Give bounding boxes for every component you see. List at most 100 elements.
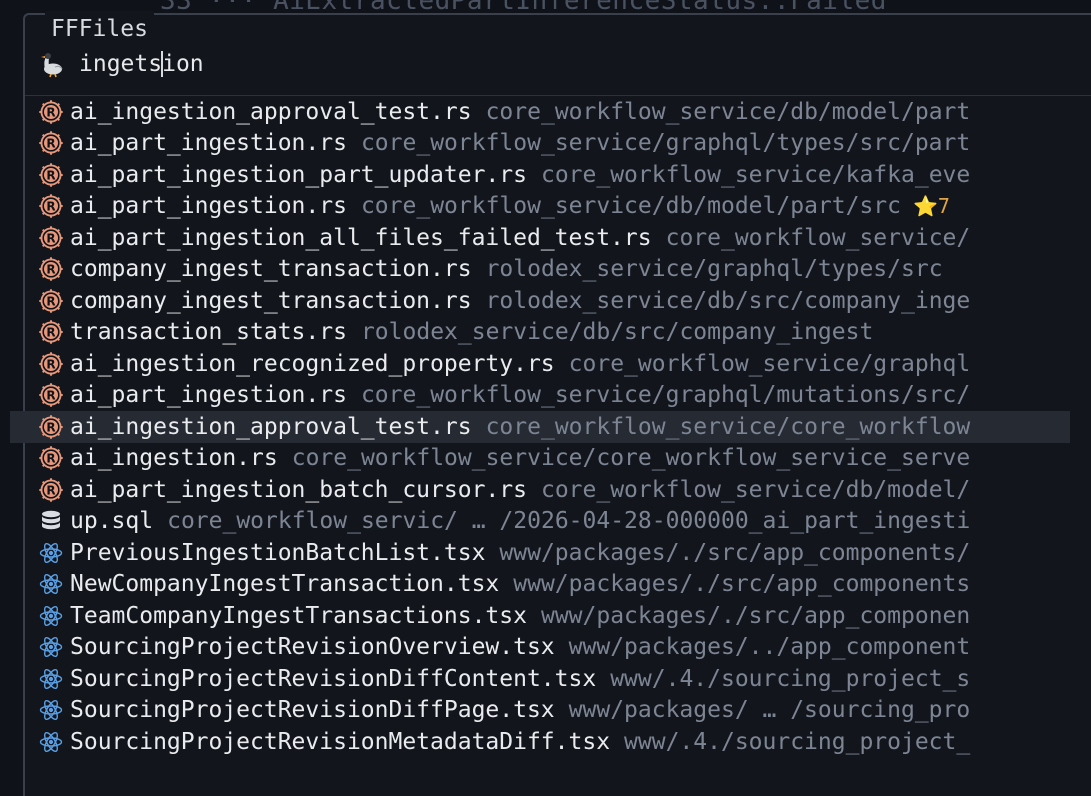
file-name: PreviousIngestionBatchList.tsx xyxy=(70,539,486,566)
file-name: TeamCompanyIngestTransactions.tsx xyxy=(70,602,527,629)
file-name: SourcingProjectRevisionDiffPage.tsx xyxy=(70,697,555,724)
result-row[interactable]: Rai_part_ingestion_batch_cursor.rs core_w… xyxy=(10,474,1070,506)
svg-text:R: R xyxy=(46,452,55,466)
file-name: ai_ingestion.rs xyxy=(70,445,278,472)
result-row[interactable]: up.sql core_workflow_servic/ … /2026-04-2… xyxy=(10,506,1070,538)
file-name: ai_ingestion_approval_test.rs xyxy=(70,413,472,440)
file-name: up.sql xyxy=(70,508,154,535)
result-row[interactable]: TeamCompanyIngestTransactions.tsx www/pac… xyxy=(10,600,1070,632)
database-icon xyxy=(38,508,64,534)
rust-icon: R xyxy=(38,130,64,156)
rust-icon: R xyxy=(38,288,64,314)
file-path: core_workflow_service/graphql/mutations/… xyxy=(360,382,971,409)
file-name: NewCompanyIngestTransaction.tsx xyxy=(70,571,500,598)
file-path: www/.4./sourcing_project_ xyxy=(624,728,971,755)
file-name: company_ingest_transaction.rs xyxy=(70,256,472,283)
rust-icon: R xyxy=(38,193,64,219)
file-path: core_workflow_service/core_workflow xyxy=(485,413,971,440)
file-path: core_workflow_service/graphql/types/src/… xyxy=(360,130,971,157)
result-row[interactable]: SourcingProjectRevisionDiffPage.tsx www/p… xyxy=(10,695,1070,727)
file-path: core_workflow_service/ xyxy=(665,224,971,251)
file-name: ai_part_ingestion_batch_cursor.rs xyxy=(70,476,527,503)
file-path: core_workflow_service/db/model/part/src xyxy=(360,193,901,220)
result-row[interactable]: SourcingProjectRevisionDiffContent.tsx ww… xyxy=(10,663,1070,695)
rust-icon: R xyxy=(38,99,64,125)
file-name: transaction_stats.rs xyxy=(70,319,347,346)
result-row[interactable]: Rcompany_ingest_transaction.rs rolodex_se… xyxy=(10,285,1070,317)
file-path: core_workflow_servic/ … /2026-04-28-0000… xyxy=(167,508,971,535)
background-editor-line: 33 ··· AiExtractedPartInferenceStatus::F… xyxy=(160,0,887,16)
file-path: core_workflow_service/graphql xyxy=(568,350,971,377)
rust-icon: R xyxy=(38,162,64,188)
result-row[interactable]: NewCompanyIngestTransaction.tsx www/packa… xyxy=(10,569,1070,601)
file-name: ai_part_ingestion.rs xyxy=(70,382,347,409)
svg-text:R: R xyxy=(46,105,55,119)
file-path: www/packages/./src/app_components xyxy=(513,571,971,598)
panel-title: FFFiles xyxy=(45,11,154,47)
svg-text:R: R xyxy=(46,483,55,497)
result-row[interactable]: Rai_part_ingestion_part_updater.rs core_w… xyxy=(10,159,1070,191)
file-name: ai_part_ingestion.rs xyxy=(70,193,347,220)
react-icon xyxy=(38,571,64,597)
results-list: Rai_ingestion_approval_test.rs core_workf… xyxy=(10,96,1070,758)
result-row[interactable]: Rai_part_ingestion.rs core_workflow_servi… xyxy=(10,128,1070,160)
svg-text:R: R xyxy=(46,168,55,182)
file-path: core_workflow_service/db/model/ xyxy=(540,476,971,503)
rust-icon: R xyxy=(38,477,64,503)
result-row[interactable]: Rai_ingestion.rs core_workflow_service/co… xyxy=(10,443,1070,475)
file-path: core_workflow_service/core_workflow_serv… xyxy=(291,445,971,472)
file-name: ai_ingestion_recognized_property.rs xyxy=(70,350,555,377)
frecency-count: 7 xyxy=(937,194,950,219)
result-row[interactable]: Rtransaction_stats.rs rolodex_service/db/… xyxy=(10,317,1070,349)
rust-icon: R xyxy=(38,445,64,471)
react-icon xyxy=(38,603,64,629)
file-path: rolodex_service/db/src/company_inge xyxy=(485,287,971,314)
result-row[interactable]: PreviousIngestionBatchList.tsx www/packag… xyxy=(10,537,1070,569)
result-row[interactable]: Rai_ingestion_recognized_property.rs core… xyxy=(10,348,1070,380)
result-row[interactable]: SourcingProjectRevisionMetadataDiff.tsx w… xyxy=(10,726,1070,758)
search-bar[interactable]: ingetsion xyxy=(37,45,204,83)
rust-icon: R xyxy=(38,351,64,377)
result-row-selected[interactable]: Rai_ingestion_approval_test.rs core_workf… xyxy=(10,411,1070,443)
svg-text:R: R xyxy=(46,389,55,403)
file-path: www/packages/ … /sourcing_pro xyxy=(568,697,971,724)
search-input[interactable]: ingetsion xyxy=(79,51,204,78)
rust-icon: R xyxy=(38,319,64,345)
rust-icon: R xyxy=(38,414,64,440)
rust-icon: R xyxy=(38,225,64,251)
file-name: company_ingest_transaction.rs xyxy=(70,287,472,314)
file-name: ai_ingestion_approval_test.rs xyxy=(70,98,472,125)
react-icon xyxy=(38,666,64,692)
file-path: www/packages/./src/app_componen xyxy=(540,602,971,629)
file-name: SourcingProjectRevisionDiffContent.tsx xyxy=(70,665,597,692)
result-row[interactable]: SourcingProjectRevisionOverview.tsx www/p… xyxy=(10,632,1070,664)
file-path: core_workflow_service/db/model/part xyxy=(485,98,971,125)
result-row[interactable]: Rcompany_ingest_transaction.rs rolodex_se… xyxy=(10,254,1070,286)
svg-text:R: R xyxy=(46,137,55,151)
file-path: www/packages/../app_component xyxy=(568,634,971,661)
file-name: SourcingProjectRevisionMetadataDiff.tsx xyxy=(70,728,611,755)
react-icon xyxy=(38,634,64,660)
search-text-after-caret: ion xyxy=(162,50,204,77)
rust-icon: R xyxy=(38,256,64,282)
file-path: rolodex_service/graphql/types/src xyxy=(485,256,943,283)
file-path: core_workflow_service/kafka_eve xyxy=(540,161,971,188)
react-icon xyxy=(38,697,64,723)
rust-icon: R xyxy=(38,382,64,408)
file-path: www/.4./sourcing_project_s xyxy=(610,665,971,692)
svg-text:R: R xyxy=(46,231,55,245)
result-row[interactable]: Rai_ingestion_approval_test.rs core_workf… xyxy=(10,96,1070,128)
file-name: ai_part_ingestion_part_updater.rs xyxy=(70,161,527,188)
screen: 33 ··· AiExtractedPartInferenceStatus::F… xyxy=(0,0,1091,796)
result-row[interactable]: Rai_part_ingestion.rs core_workflow_servi… xyxy=(10,380,1070,412)
search-text-before-caret: ingets xyxy=(79,50,163,77)
result-row[interactable]: Rai_part_ingestion_all_files_failed_test… xyxy=(10,222,1070,254)
svg-text:R: R xyxy=(46,200,55,214)
file-name: SourcingProjectRevisionOverview.tsx xyxy=(70,634,555,661)
svg-text:R: R xyxy=(46,357,55,371)
react-icon xyxy=(38,729,64,755)
svg-text:R: R xyxy=(46,326,55,340)
file-name: ai_part_ingestion.rs xyxy=(70,130,347,157)
result-row[interactable]: Rai_part_ingestion.rs core_workflow_servi… xyxy=(10,191,1070,223)
svg-text:R: R xyxy=(46,263,55,277)
